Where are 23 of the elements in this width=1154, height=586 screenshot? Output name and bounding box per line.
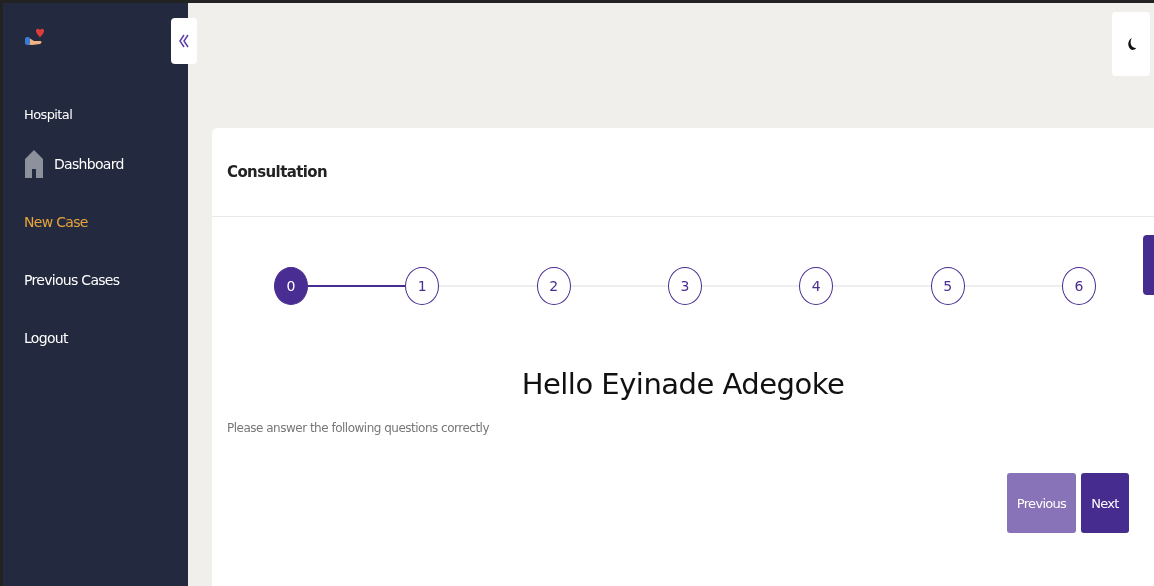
sidebar-item[interactable]: Previous Cases — [24, 262, 188, 298]
side-tab[interactable] — [1143, 235, 1154, 295]
sidebar-item[interactable]: New Case — [24, 204, 188, 240]
greeting-heading: Hello Eyinade Adegoke — [520, 367, 846, 401]
collapse-button[interactable] — [171, 18, 197, 64]
sidebar-item[interactable]: Dashboard — [24, 146, 188, 182]
next-button[interactable]: Next — [1081, 473, 1129, 533]
house-icon — [24, 149, 44, 179]
card-title: Consultation — [227, 163, 328, 181]
step-circle[interactable]: 1 — [405, 267, 440, 305]
step-circle[interactable]: 3 — [668, 267, 702, 305]
instruction-text: Please answer the following questions correctly — [227, 421, 491, 435]
sidebar-item[interactable]: Logout — [24, 320, 188, 356]
theme-toggle-button[interactable] — [1112, 12, 1150, 76]
sidebar-section-title: Hospital — [24, 107, 74, 122]
step-circle[interactable]: 6 — [1061, 267, 1096, 305]
step-circle[interactable]: 0 — [274, 267, 308, 305]
step-circle[interactable]: 2 — [536, 267, 571, 305]
previous-button[interactable]: Previous — [1007, 473, 1076, 533]
double-chevron-icon — [179, 34, 189, 48]
moon-icon — [1125, 37, 1137, 51]
step-circle[interactable]: 5 — [930, 267, 965, 305]
step-circle[interactable]: 4 — [799, 267, 834, 305]
